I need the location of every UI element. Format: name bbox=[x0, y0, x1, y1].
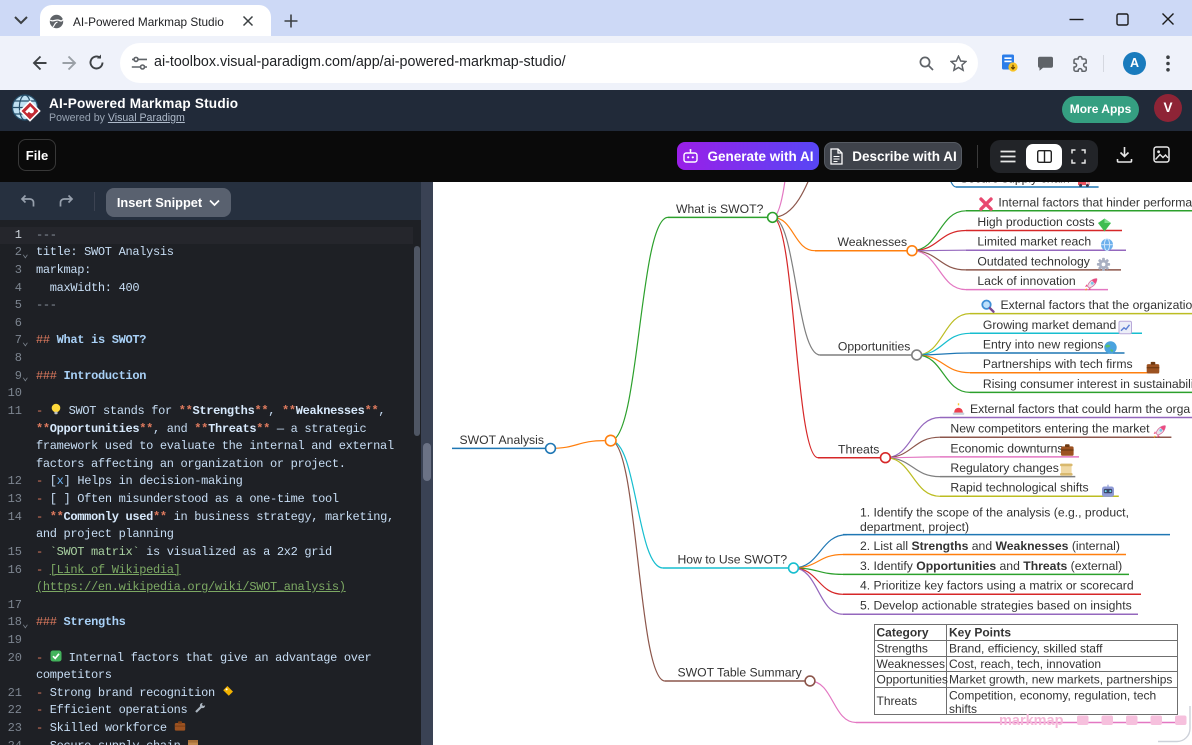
svg-text:SWOT Table Summary: SWOT Table Summary bbox=[678, 666, 803, 680]
svg-text:Key Points: Key Points bbox=[949, 626, 1011, 640]
svg-text:Opportunities: Opportunities bbox=[838, 340, 911, 354]
svg-text:Rising consumer interest in su: Rising consumer interest in sustainabili bbox=[983, 377, 1192, 391]
svg-text:Threats: Threats bbox=[877, 694, 918, 708]
svg-text:Limited market reach: Limited market reach bbox=[977, 235, 1091, 249]
svg-text:Opportunities: Opportunities bbox=[877, 673, 948, 687]
svg-text:5. Develop actionable strategi: 5. Develop actionable strategies based o… bbox=[860, 599, 1132, 613]
svg-text:Rapid technological shifts: Rapid technological shifts bbox=[950, 481, 1088, 495]
svg-text:3. Identify Opportunities and: 3. Identify Opportunities and Threats (e… bbox=[860, 559, 1122, 573]
svg-text:markmap: markmap bbox=[999, 713, 1064, 729]
svg-text:1. Identify the scope of the a: 1. Identify the scope of the analysis (e… bbox=[860, 505, 1129, 519]
svg-text:Brand, efficiency, skilled sta: Brand, efficiency, skilled staff bbox=[949, 642, 1103, 656]
svg-text:Strengths: Strengths bbox=[877, 642, 928, 656]
svg-text:Outdated technology: Outdated technology bbox=[977, 254, 1090, 268]
svg-text:Market growth, new markets, pa: Market growth, new markets, partnerships bbox=[949, 673, 1172, 687]
svg-text:4. Prioritize key factors usin: 4. Prioritize key factors using a matrix… bbox=[860, 579, 1134, 593]
svg-text:Entry into new regions: Entry into new regions bbox=[983, 338, 1104, 352]
svg-text:Regulatory changes: Regulatory changes bbox=[950, 461, 1058, 475]
svg-text:Internal factors that hinder p: Internal factors that hinder performanc bbox=[998, 195, 1192, 209]
svg-text:Competition, economy, regulati: Competition, economy, regulation, tech bbox=[949, 689, 1156, 703]
svg-text:Lack of innovation: Lack of innovation bbox=[977, 274, 1075, 288]
svg-text:2. List all Strengths and Weak: 2. List all Strengths and Weaknesses (in… bbox=[860, 539, 1120, 553]
svg-text:New competitors entering the m: New competitors entering the market bbox=[950, 422, 1150, 436]
svg-text:SWOT Analysis: SWOT Analysis bbox=[460, 433, 544, 447]
svg-text:Threats: Threats bbox=[838, 442, 879, 456]
svg-text:Partnerships with tech firms: Partnerships with tech firms bbox=[983, 357, 1133, 371]
svg-text:Secure supply chain: Secure supply chain bbox=[960, 182, 1070, 186]
svg-text:department, project): department, project) bbox=[860, 520, 969, 534]
svg-text:External factors that could ha: External factors that could harm the org… bbox=[970, 402, 1190, 416]
svg-text:High production costs: High production costs bbox=[977, 215, 1094, 229]
svg-text:Growing market demand: Growing market demand bbox=[983, 318, 1116, 332]
svg-text:Economic downturns: Economic downturns bbox=[950, 441, 1063, 455]
svg-text:Cost, reach, tech, innovation: Cost, reach, tech, innovation bbox=[949, 657, 1101, 671]
svg-text:Weaknesses: Weaknesses bbox=[877, 657, 945, 671]
svg-text:External factors that the orga: External factors that the organizatio bbox=[1001, 298, 1192, 312]
svg-text:Category: Category bbox=[877, 626, 929, 640]
svg-text:How to Use SWOT?: How to Use SWOT? bbox=[678, 553, 788, 567]
svg-text:What is SWOT?: What is SWOT? bbox=[676, 202, 764, 216]
svg-text:shifts: shifts bbox=[949, 702, 977, 716]
svg-text:Weaknesses: Weaknesses bbox=[838, 235, 908, 249]
